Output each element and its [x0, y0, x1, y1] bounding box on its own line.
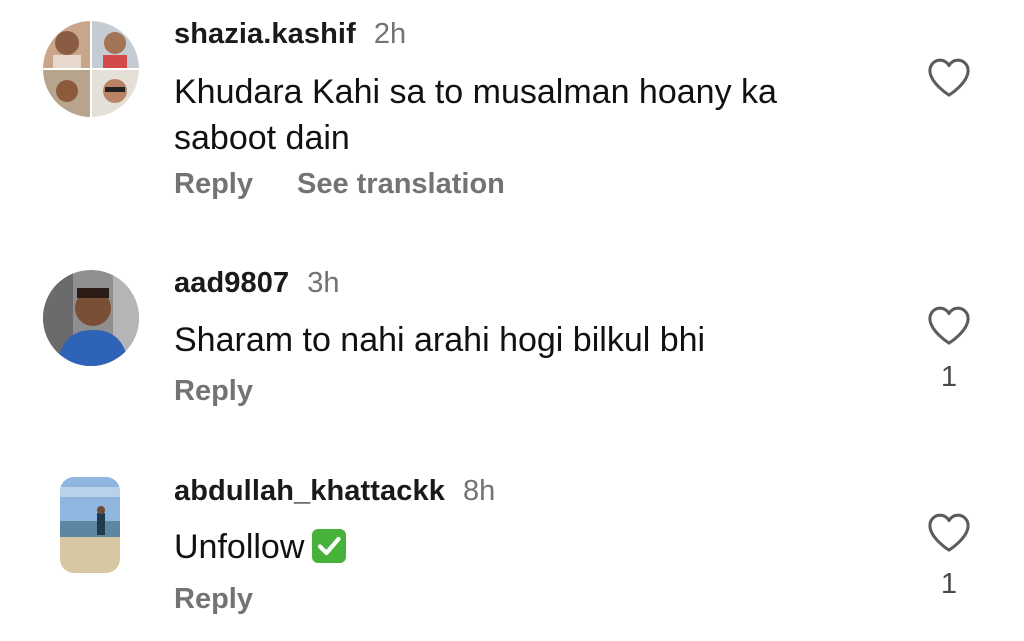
reply-button[interactable]: Reply — [174, 583, 253, 616]
username[interactable]: abdullah_khattackk — [174, 475, 445, 508]
username[interactable]: shazia.kashif — [174, 18, 356, 51]
timestamp: 2h — [373, 18, 407, 50]
comment-meta: shazia.kashif 2h — [174, 18, 406, 51]
comment-actions: Reply See translation — [174, 168, 549, 201]
avatar-photo-image — [43, 270, 139, 366]
heart-outline-icon — [928, 513, 970, 552]
check-mark-button-emoji — [312, 529, 347, 563]
comment-meta: aad9807 3h — [174, 267, 339, 300]
heart-outline-icon — [928, 58, 970, 97]
avatar[interactable] — [43, 270, 139, 366]
avatar-photo-image — [60, 477, 120, 573]
avatar[interactable] — [43, 21, 139, 117]
see-translation-button[interactable]: See translation — [297, 168, 505, 201]
heart-outline-icon — [928, 306, 970, 345]
username[interactable]: aad9807 — [174, 267, 289, 300]
like-count: 1 — [940, 361, 958, 393]
comment-meta: abdullah_khattackk 8h — [174, 475, 495, 508]
reply-button[interactable]: Reply — [174, 168, 253, 201]
reply-button[interactable]: Reply — [174, 375, 253, 408]
comment-text-value: Unfollow — [174, 528, 305, 566]
timestamp: 3h — [307, 267, 340, 299]
like-button[interactable] — [926, 56, 972, 98]
comment-actions: Reply — [174, 375, 297, 408]
comment-text: Sharam to nahi arahi hogi bilkul bhi — [174, 321, 706, 359]
like-count: 1 — [940, 568, 958, 600]
like-button[interactable] — [926, 304, 972, 346]
avatar-collage-image — [43, 21, 139, 117]
timestamp: 8h — [462, 475, 496, 507]
like-button[interactable] — [926, 511, 972, 553]
comment-text: Unfollow — [174, 524, 874, 570]
comment-actions: Reply — [174, 583, 297, 616]
comment-text: Khudara Kahi sa to musalman hoany ka sab… — [174, 73, 777, 157]
avatar[interactable] — [60, 477, 120, 573]
